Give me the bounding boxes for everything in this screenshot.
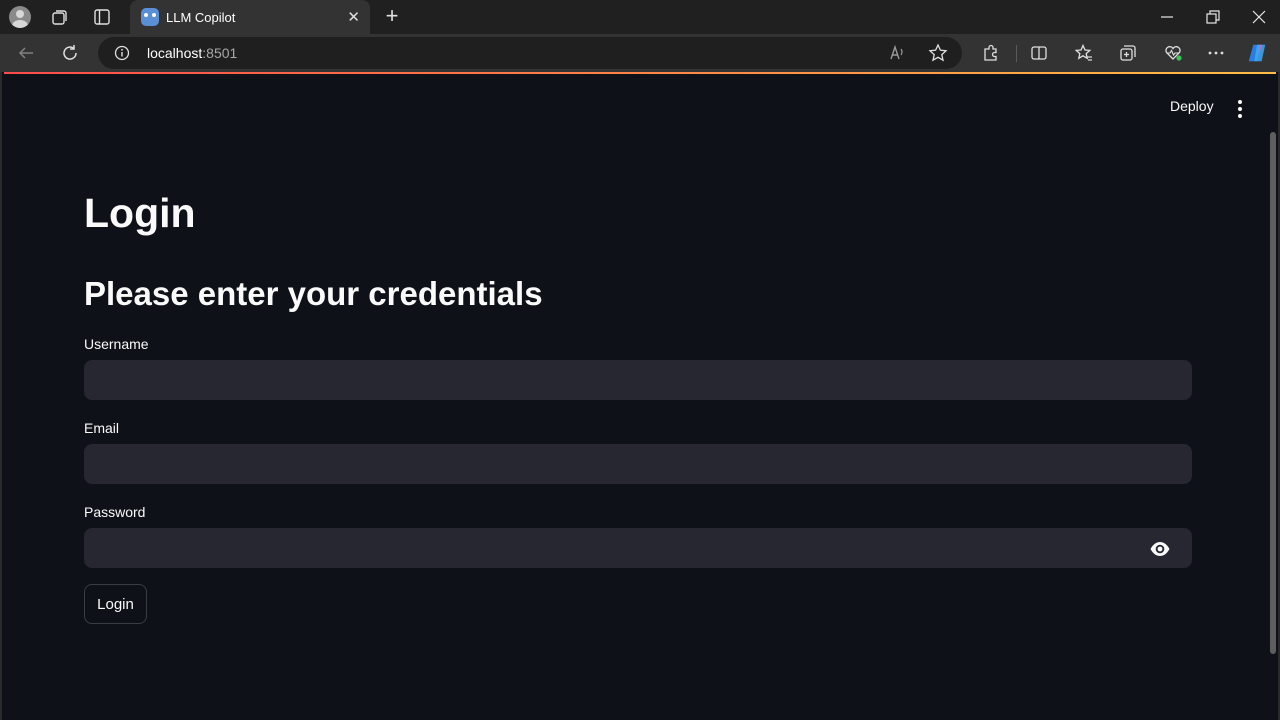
close-tab-icon[interactable]: ✕ xyxy=(347,8,360,26)
workspaces-icon[interactable] xyxy=(48,5,72,29)
info-icon[interactable] xyxy=(114,45,130,61)
browser-tab-active[interactable]: LLM Copilot ✕ xyxy=(130,0,370,34)
url-text[interactable]: localhost:8501 xyxy=(147,45,237,61)
login-button[interactable]: Login xyxy=(84,584,147,624)
restore-icon[interactable] xyxy=(1204,8,1222,26)
collections-icon[interactable] xyxy=(1117,42,1139,64)
main-menu-icon[interactable] xyxy=(1230,98,1250,120)
split-screen-icon[interactable] xyxy=(1028,42,1050,64)
toolbar-separator xyxy=(1016,45,1017,62)
close-window-icon[interactable] xyxy=(1250,8,1268,26)
email-field[interactable] xyxy=(84,444,1192,484)
header-decoration-bar xyxy=(4,72,1276,74)
browser-navigation-bar: localhost:8501 xyxy=(0,34,1280,72)
puzzle-icon[interactable] xyxy=(980,42,1002,64)
username-field[interactable] xyxy=(84,360,1192,400)
profile-avatar-icon[interactable] xyxy=(8,5,32,29)
eye-icon[interactable] xyxy=(1149,539,1171,559)
app-viewport: Deploy Login Please enter your credentia… xyxy=(0,72,1280,720)
more-horizontal-icon[interactable] xyxy=(1205,42,1227,64)
tab-title: LLM Copilot xyxy=(166,10,236,25)
username-label: Username xyxy=(84,336,149,352)
plus-icon[interactable]: + xyxy=(380,4,404,28)
page-subtitle: Please enter your credentials xyxy=(84,275,543,312)
page-title: Login xyxy=(84,190,196,236)
url-host: localhost xyxy=(147,45,203,61)
deploy-button[interactable]: Deploy xyxy=(1162,98,1222,120)
password-input[interactable] xyxy=(85,529,1191,567)
app-favicon-icon xyxy=(141,8,159,26)
address-bar[interactable]: localhost:8501 xyxy=(98,37,962,69)
email-input[interactable] xyxy=(85,445,1191,483)
username-input[interactable] xyxy=(85,361,1191,399)
password-field[interactable] xyxy=(84,528,1192,568)
heart-pulse-icon[interactable] xyxy=(1162,42,1184,64)
read-aloud-icon[interactable] xyxy=(888,44,906,62)
email-label: Email xyxy=(84,420,120,436)
arrow-left-icon[interactable] xyxy=(14,41,38,65)
tab-actions-icon[interactable] xyxy=(90,5,114,29)
reload-icon[interactable] xyxy=(58,41,82,65)
minimize-icon[interactable] xyxy=(1158,8,1176,26)
favorites-icon[interactable] xyxy=(1073,42,1095,64)
copilot-icon[interactable] xyxy=(1246,42,1268,64)
url-port: :8501 xyxy=(202,45,238,61)
browser-title-bar: LLM Copilot ✕ + xyxy=(0,0,1280,34)
password-label: Password xyxy=(84,504,146,520)
star-icon[interactable] xyxy=(928,43,948,63)
scrollbar[interactable] xyxy=(1270,132,1276,654)
